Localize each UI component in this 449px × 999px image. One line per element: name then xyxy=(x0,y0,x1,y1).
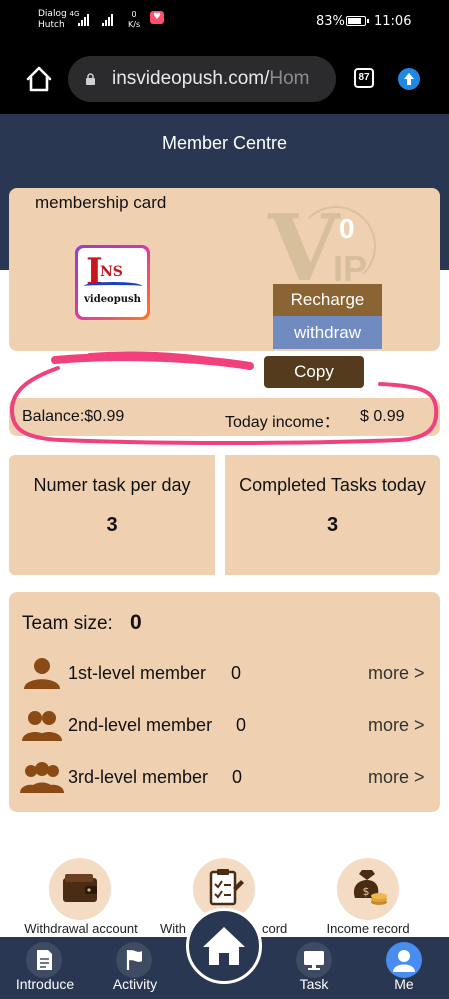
clock: 11:06 xyxy=(374,14,412,29)
signal-icon-2 xyxy=(102,14,113,26)
lock-icon xyxy=(86,73,95,85)
home-icon xyxy=(203,927,245,965)
copy-button[interactable]: Copy xyxy=(264,356,364,388)
income-record-shortcut[interactable]: $ xyxy=(337,858,399,920)
today-income-label: Today income： xyxy=(225,414,340,431)
level-2-more-link[interactable]: more > xyxy=(368,715,425,736)
nav-home[interactable] xyxy=(186,908,262,984)
flag-icon xyxy=(126,950,142,970)
battery-percent: 83% xyxy=(316,14,345,29)
recharge-button[interactable]: Recharge xyxy=(273,284,382,316)
team-size-value: 0 xyxy=(130,611,142,634)
carrier-name-2: Hutch xyxy=(38,20,65,30)
update-arrow-icon[interactable] xyxy=(398,68,420,90)
completed-tasks-label: Completed Tasks today xyxy=(239,475,426,495)
nav-introduce-label: Introduce xyxy=(15,976,75,992)
vip-level: 0 xyxy=(339,213,355,244)
withdrawal-account-shortcut[interactable] xyxy=(49,858,111,920)
team-size-label: Team size: xyxy=(22,613,113,634)
nav-activity-label: Activity xyxy=(112,976,158,992)
url-main: insvideopush.com/ xyxy=(112,68,270,89)
url-bar[interactable]: insvideopush.com/Hom xyxy=(68,56,336,102)
nav-task[interactable] xyxy=(296,942,332,978)
nav-activity[interactable] xyxy=(116,942,152,978)
app-logo: I NS videopush xyxy=(75,245,150,320)
tasks-per-day-label: Numer task per day xyxy=(33,475,191,495)
today-income-value: $ 0.99 xyxy=(360,408,405,425)
carrier-info: Dialog 4G Hutch xyxy=(38,9,79,31)
signal-icon xyxy=(78,14,89,26)
single-member-icon xyxy=(24,658,60,689)
vip-letter-v: V xyxy=(268,194,340,302)
url-text: insvideopush.com/Hom xyxy=(112,68,310,90)
level-1-count: 0 xyxy=(231,663,242,683)
level-3-more-link[interactable]: more > xyxy=(368,767,425,788)
tasks-per-day-value: 3 xyxy=(106,514,118,536)
nav-me[interactable] xyxy=(386,942,422,978)
completed-tasks-value: 3 xyxy=(326,514,339,536)
membership-card-title: membership card xyxy=(35,193,167,212)
speed-value: 0 xyxy=(131,10,137,19)
logo-letters-ns: NS xyxy=(100,264,123,280)
level-3-count: 0 xyxy=(232,767,243,787)
nav-me-label: Me xyxy=(394,976,414,992)
level-3-label: 3rd-level member xyxy=(68,767,209,787)
money-bag-icon: $ xyxy=(353,870,387,905)
speed-unit: K/s xyxy=(128,20,141,29)
svg-text:$: $ xyxy=(363,885,370,898)
tab-switcher-button[interactable]: 87 xyxy=(354,68,374,88)
url-fade: Hom xyxy=(269,68,310,89)
level-1-more-link[interactable]: more > xyxy=(368,663,425,684)
heart-notification-icon: ♥ xyxy=(150,11,164,24)
withdrawal-record-label-tail: cord xyxy=(262,921,288,936)
battery-icon xyxy=(346,16,369,26)
level-2-count: 0 xyxy=(236,715,247,735)
browser-home-icon[interactable] xyxy=(24,64,54,94)
level-1-label: 1st-level member xyxy=(68,663,207,683)
nav-introduce[interactable] xyxy=(26,942,62,978)
wallet-icon xyxy=(63,874,97,902)
network-speed: 0 K/s xyxy=(128,10,140,30)
balance-text: Balance:$0.99 xyxy=(22,408,125,425)
income-record-label: Income record xyxy=(326,921,410,936)
withdrawal-account-label: Withdrawal account xyxy=(24,921,138,936)
group-members-icon xyxy=(20,762,64,793)
page-title: Member Centre xyxy=(161,133,288,153)
carrier-name-1: Dialog xyxy=(38,9,67,19)
user-icon xyxy=(393,950,415,972)
withdraw-button[interactable]: withdraw xyxy=(273,316,382,349)
level-2-label: 2nd-level member xyxy=(68,715,213,735)
logo-subtext: videopush xyxy=(84,294,141,305)
two-members-icon xyxy=(22,711,62,741)
status-bar: Dialog 4G Hutch 0 K/s ♥ 83% 11:06 xyxy=(0,0,449,44)
browser-toolbar: insvideopush.com/Hom 87 xyxy=(0,44,449,114)
nav-task-label: Task xyxy=(299,976,329,992)
document-icon xyxy=(37,950,52,970)
monitor-icon xyxy=(304,951,324,970)
